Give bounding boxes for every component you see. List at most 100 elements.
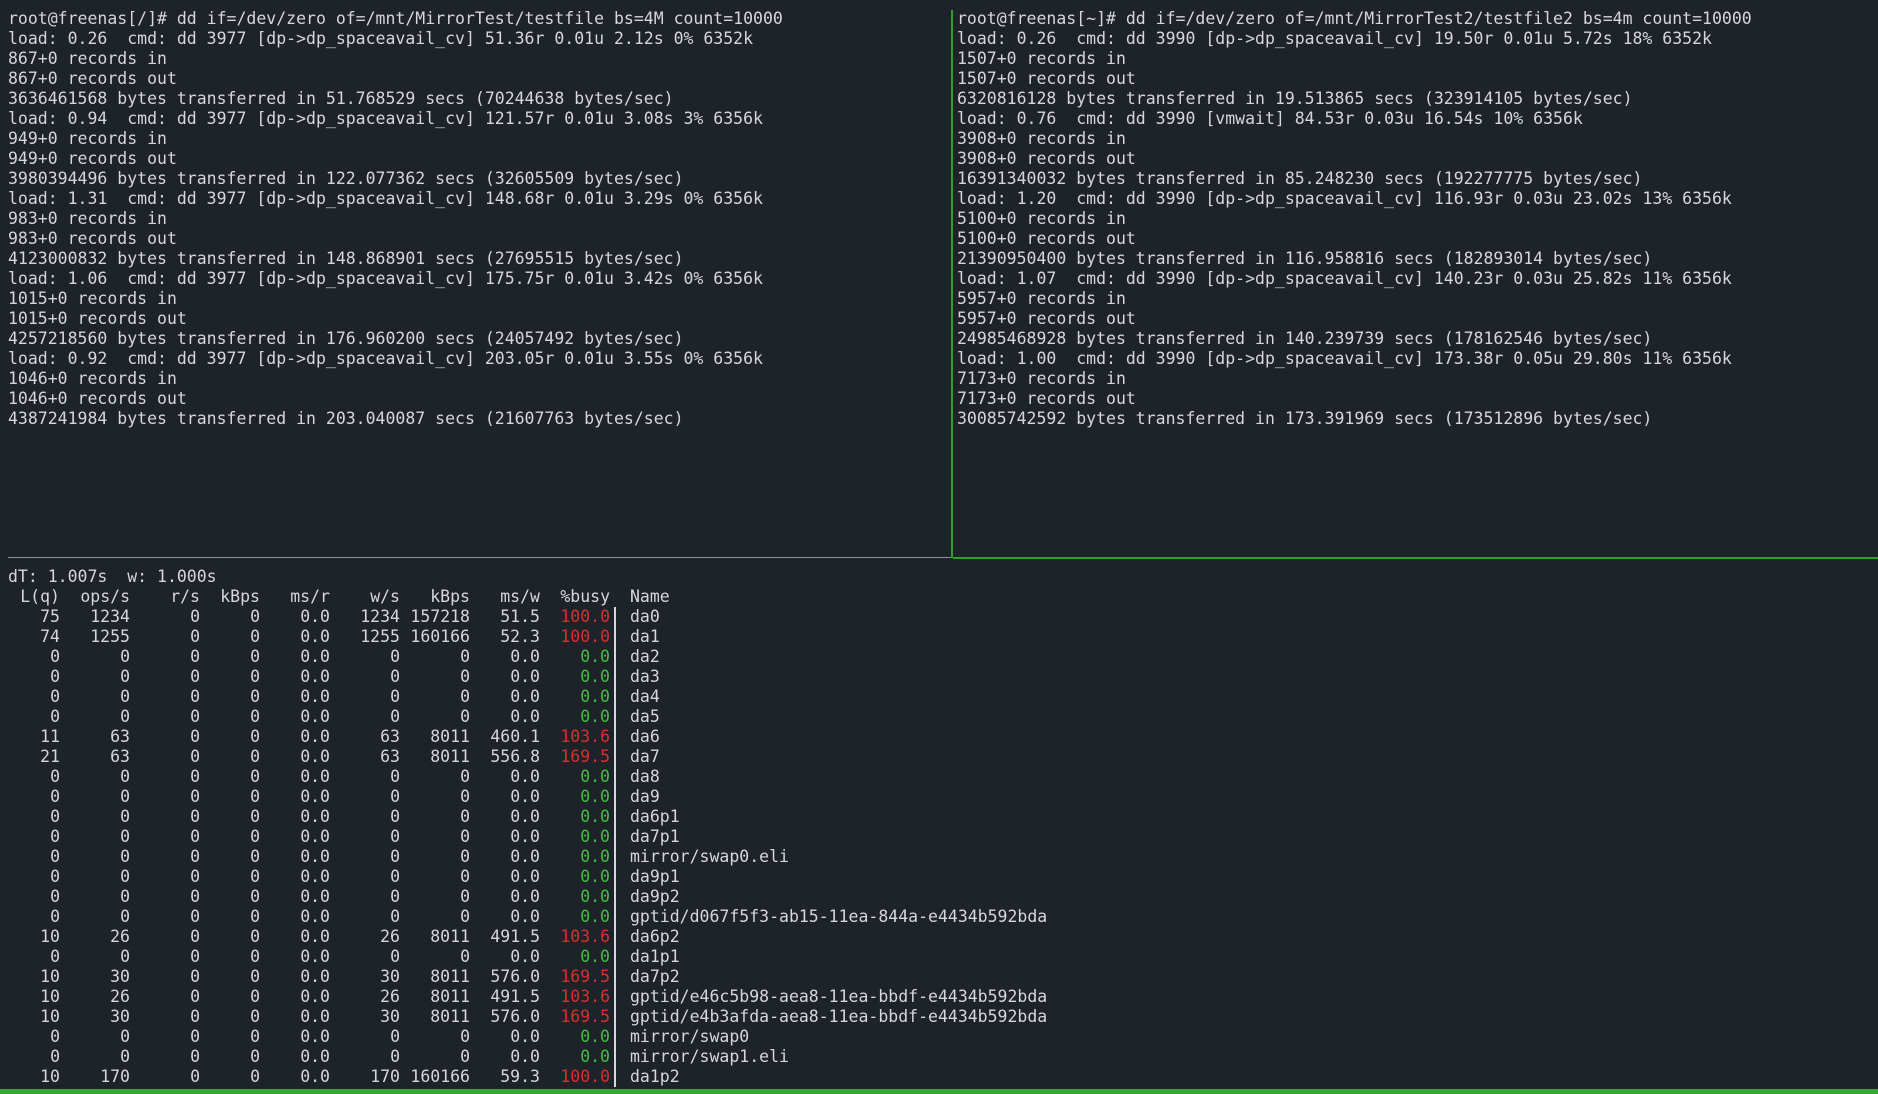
cell-reads: 0 [190, 827, 200, 846]
cell-write-kbps: 0 [460, 827, 470, 846]
cell-ops: 0 [120, 767, 130, 786]
cell-busy: 0.0 [580, 707, 610, 726]
cell-write-kbps: 0 [460, 687, 470, 706]
right-terminal-line: load: 0.76 cmd: dd 3990 [vmwait] 84.53r … [957, 109, 1583, 128]
cell-busy: 100.0 [560, 607, 610, 626]
cell-write-kbps: 8011 [430, 967, 470, 986]
cell-device-name: da1p2 [630, 1067, 680, 1086]
table-row: 75 1234 0 0 0.0 1234 157218 51.5 100.0 da0 [8, 607, 1878, 627]
right-terminal-line: 5957+0 records in [957, 289, 1126, 308]
gstat-summary: dT: 1.007s w: 1.000s [8, 567, 217, 586]
cell-busy: 0.0 [580, 827, 610, 846]
left-terminal-line: 1015+0 records out [8, 309, 187, 328]
cell-writes: 30 [380, 1007, 400, 1026]
cell-write-kbps: 8011 [430, 927, 470, 946]
terminal-pane-left[interactable]: root@freenas[/]# dd if=/dev/zero of=/mnt… [0, 0, 950, 558]
busy-bar-divider [614, 1007, 616, 1027]
cell-read-kbps: 0 [250, 747, 260, 766]
busy-bar-divider [614, 1067, 616, 1087]
table-row: 0 0 0 0 0.0 0 0 0.0 0.0 da5 [8, 707, 1878, 727]
cell-write-kbps: 0 [460, 707, 470, 726]
left-terminal-line: 949+0 records in [8, 129, 167, 148]
busy-bar-divider [614, 687, 616, 707]
cell-ms-write: 576.0 [490, 967, 540, 986]
col-header-writes: w/s [370, 587, 400, 606]
cell-reads: 0 [190, 927, 200, 946]
pane-divider-horizontal-left[interactable] [8, 557, 951, 558]
pane-divider-vertical[interactable] [951, 10, 953, 558]
cell-ms-write: 59.3 [500, 1067, 540, 1086]
cell-write-kbps: 0 [460, 807, 470, 826]
cell-ops: 0 [120, 947, 130, 966]
cell-ms-write: 0.0 [510, 887, 540, 906]
table-row: 0 0 0 0 0.0 0 0 0.0 0.0 gptid/d067f5f3-ab15-11ea-… [8, 907, 1878, 927]
left-terminal-line: 4387241984 bytes transferred in 203.0400… [8, 409, 684, 428]
right-terminal-line: load: 1.20 cmd: dd 3990 [dp->dp_spaceava… [957, 189, 1732, 208]
cell-read-kbps: 0 [250, 1027, 260, 1046]
cell-ops: 0 [120, 707, 130, 726]
busy-bar-divider [614, 807, 616, 827]
table-row: 0 0 0 0 0.0 0 0 0.0 0.0 da3 [8, 667, 1878, 687]
col-header-reads: r/s [170, 587, 200, 606]
pane-divider-horizontal-right[interactable] [953, 557, 1878, 559]
cell-lq: 11 [40, 727, 60, 746]
right-terminal-line: 7173+0 records in [957, 369, 1126, 388]
cell-lq: 0 [50, 667, 60, 686]
cell-writes: 26 [380, 927, 400, 946]
cell-ms-write: 52.3 [500, 627, 540, 646]
cell-writes: 0 [390, 787, 400, 806]
cell-read-kbps: 0 [250, 1007, 260, 1026]
cell-ms-write: 556.8 [490, 747, 540, 766]
right-terminal-line: root@freenas[~]# dd if=/dev/zero of=/mnt… [957, 9, 1752, 28]
cell-reads: 0 [190, 727, 200, 746]
gstat-table-body: 75 1234 0 0 0.0 1234 157218 51.5 100.0 da0 74 1255 0… [8, 607, 1878, 1087]
cell-busy: 0.0 [580, 947, 610, 966]
table-row: 0 0 0 0 0.0 0 0 0.0 0.0 da8 [8, 767, 1878, 787]
cell-read-kbps: 0 [250, 947, 260, 966]
terminal-pane-right[interactable]: root@freenas[~]# dd if=/dev/zero of=/mnt… [955, 0, 1878, 558]
cell-write-kbps: 0 [460, 887, 470, 906]
cell-writes: 26 [380, 987, 400, 1006]
cell-reads: 0 [190, 947, 200, 966]
table-row: 0 0 0 0 0.0 0 0 0.0 0.0 mirror/swap1.eli [8, 1047, 1878, 1067]
busy-bar-divider [614, 847, 616, 867]
cell-lq: 0 [50, 847, 60, 866]
cell-ops: 0 [120, 827, 130, 846]
cell-lq: 10 [40, 967, 60, 986]
cell-read-kbps: 0 [250, 987, 260, 1006]
cell-write-kbps: 0 [460, 907, 470, 926]
cell-ms-read: 0.0 [300, 987, 330, 1006]
cell-write-kbps: 8011 [430, 747, 470, 766]
cell-ms-write: 0.0 [510, 847, 540, 866]
right-terminal-line: 3908+0 records out [957, 149, 1136, 168]
cell-ms-write: 0.0 [510, 827, 540, 846]
table-row: 0 0 0 0 0.0 0 0 0.0 0.0 da1p1 [8, 947, 1878, 967]
terminal-pane-gstat[interactable]: dT: 1.007s w: 1.000s L(q) ops/s r/s kBps… [0, 567, 1878, 1089]
cell-reads: 0 [190, 887, 200, 906]
right-terminal-line: 6320816128 bytes transferred in 19.51386… [957, 89, 1633, 108]
right-terminal-line: 5100+0 records in [957, 209, 1126, 228]
cell-ms-read: 0.0 [300, 947, 330, 966]
col-header-busy: %busy [560, 587, 610, 606]
busy-bar-divider [614, 887, 616, 907]
cell-lq: 74 [40, 627, 60, 646]
cell-ops: 30 [110, 967, 130, 986]
right-terminal-line: load: 0.26 cmd: dd 3990 [dp->dp_spaceava… [957, 29, 1712, 48]
cell-reads: 0 [190, 627, 200, 646]
cell-write-kbps: 0 [460, 1047, 470, 1066]
cell-ms-read: 0.0 [300, 1067, 330, 1086]
busy-bar-divider [614, 607, 616, 627]
cell-lq: 10 [40, 1067, 60, 1086]
cell-device-name: da7p1 [630, 827, 680, 846]
cell-reads: 0 [190, 967, 200, 986]
cell-ops: 0 [120, 887, 130, 906]
cell-write-kbps: 0 [460, 867, 470, 886]
cell-busy: 0.0 [580, 867, 610, 886]
cell-ops: 1255 [90, 627, 130, 646]
cell-device-name: da6p2 [630, 927, 680, 946]
cell-ops: 0 [120, 847, 130, 866]
busy-bar-divider [614, 927, 616, 947]
busy-bar-divider [614, 787, 616, 807]
cell-lq: 0 [50, 707, 60, 726]
cell-busy: 0.0 [580, 1027, 610, 1046]
